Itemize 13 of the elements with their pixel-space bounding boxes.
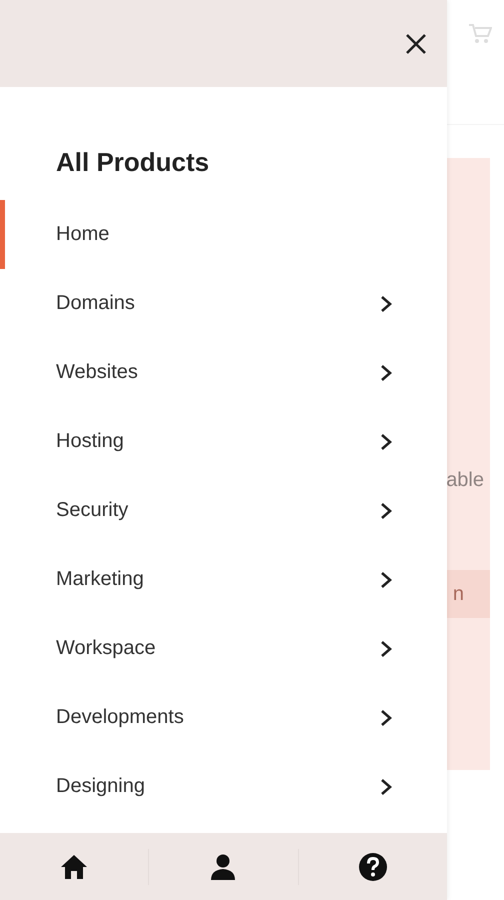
- menu-item[interactable]: Hosting: [0, 407, 447, 476]
- menu-item[interactable]: Workspace: [0, 614, 447, 683]
- menu-item[interactable]: Domains: [0, 269, 447, 338]
- menu-item[interactable]: Websites: [0, 338, 447, 407]
- close-icon: [405, 32, 427, 54]
- menu-title: All Products: [56, 147, 210, 178]
- menu-item[interactable]: Developments: [0, 683, 447, 752]
- menu-item[interactable]: Security: [0, 476, 447, 545]
- help-icon: [358, 852, 388, 882]
- menu-item[interactable]: Designing: [0, 752, 447, 821]
- menu-item[interactable]: Home: [0, 200, 447, 269]
- menu-item[interactable]: Marketing: [0, 545, 447, 614]
- hero-text: able: [446, 469, 484, 492]
